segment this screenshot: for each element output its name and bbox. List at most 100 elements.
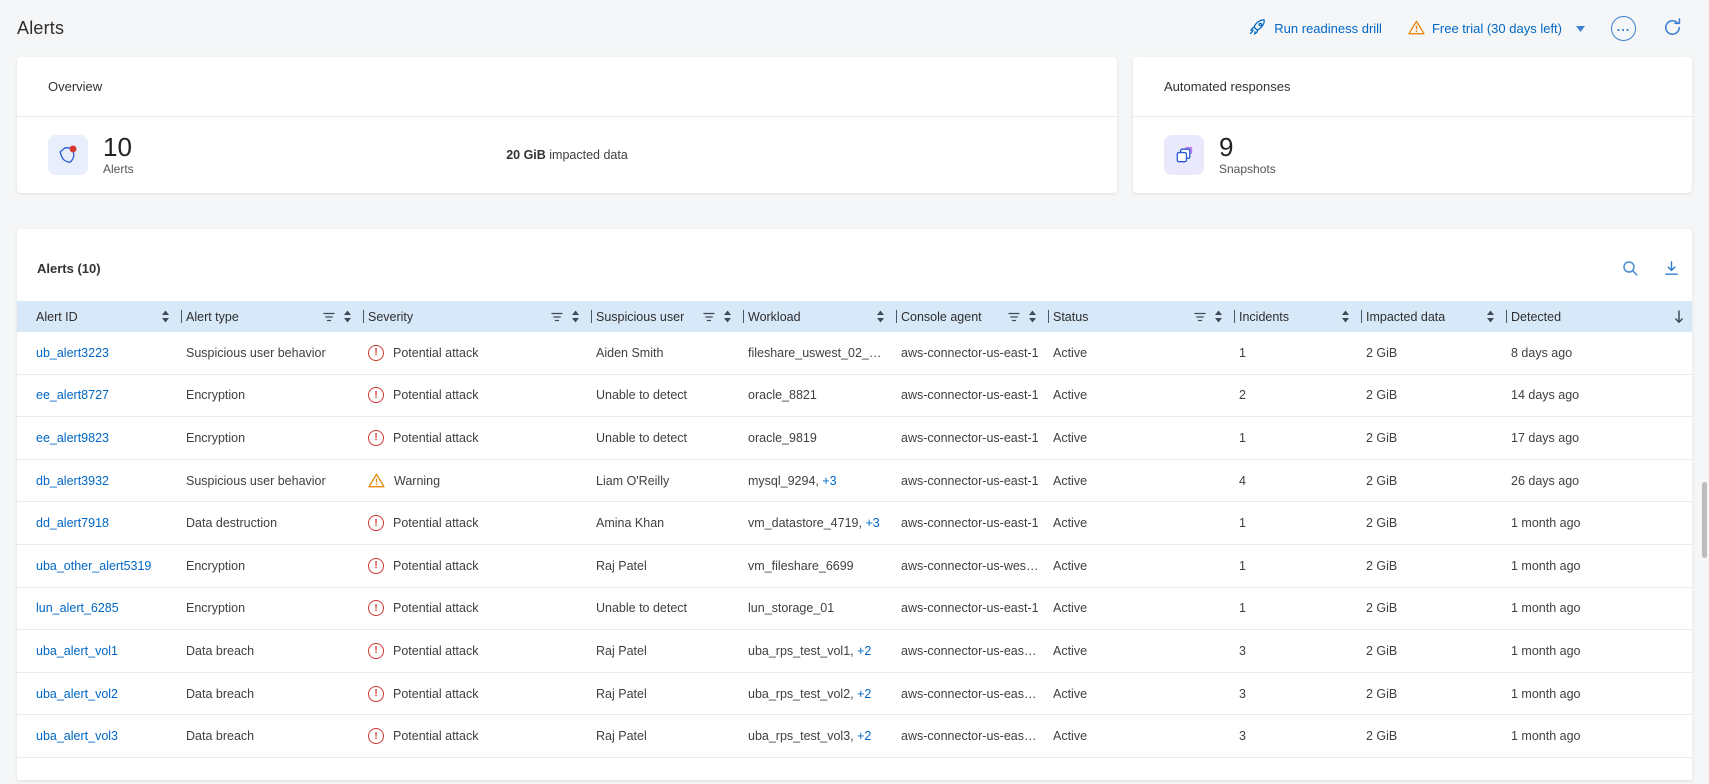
filter-icon[interactable]: [323, 312, 335, 322]
column-header-severity[interactable]: Severity: [368, 301, 596, 332]
column-label: Workload: [748, 310, 801, 324]
alert-id-link[interactable]: uba_other_alert5319: [36, 559, 151, 573]
column-header-impacted-data[interactable]: Impacted data: [1366, 301, 1511, 332]
refresh-button[interactable]: [1662, 17, 1683, 41]
alert-id-link[interactable]: uba_alert_vol3: [36, 729, 118, 743]
cell-impacted-data: 2 GiB: [1366, 388, 1511, 402]
more-options-button[interactable]: ...: [1611, 16, 1636, 41]
top-actions: Run readiness drill Free trial (30 days …: [1248, 16, 1683, 41]
cell-console-agent: aws-connector-us-west-1-...: [901, 559, 1053, 573]
alert-id-link[interactable]: db_alert3932: [36, 474, 109, 488]
column-header-alert-type[interactable]: Alert type: [186, 301, 368, 332]
sorted-descending-icon[interactable]: [1674, 310, 1684, 324]
workload-more-link[interactable]: +2: [857, 644, 871, 658]
table-row: uba_alert_vol2Data breach!Potential atta…: [17, 673, 1692, 716]
cell-impacted-data: 2 GiB: [1366, 687, 1511, 701]
cell-severity: !Potential attack: [368, 728, 596, 744]
workload-more-link[interactable]: +3: [865, 516, 879, 530]
column-header-detected[interactable]: Detected: [1511, 301, 1692, 332]
cell-suspicious-user: Liam O'Reilly: [596, 474, 748, 488]
filter-icon[interactable]: [703, 312, 715, 322]
column-header-incidents[interactable]: Incidents: [1239, 301, 1366, 332]
cell-impacted-data: 2 GiB: [1366, 346, 1511, 360]
search-icon[interactable]: [1621, 259, 1639, 277]
cell-impacted-data: 2 GiB: [1366, 729, 1511, 743]
cell-detected: 1 month ago: [1511, 644, 1692, 658]
severity-label: Warning: [394, 474, 440, 488]
cell-alert-id: uba_alert_vol3: [36, 729, 186, 743]
severity-label: Potential attack: [393, 388, 478, 402]
cell-detected: 26 days ago: [1511, 474, 1692, 488]
impacted-data-label: impacted data: [549, 148, 628, 162]
run-readiness-drill-button[interactable]: Run readiness drill: [1248, 18, 1382, 40]
cell-detected: 1 month ago: [1511, 559, 1692, 573]
cell-incidents: 3: [1239, 729, 1366, 743]
alert-id-link[interactable]: ub_alert3223: [36, 346, 109, 360]
page-scrollbar[interactable]: [1702, 482, 1707, 558]
table-row: ee_alert9823Encryption!Potential attackU…: [17, 417, 1692, 460]
workload-more-link[interactable]: +3: [822, 474, 836, 488]
alert-id-link[interactable]: uba_alert_vol2: [36, 687, 118, 701]
cell-suspicious-user: Raj Patel: [596, 687, 748, 701]
cell-alert-id: ee_alert9823: [36, 431, 186, 445]
cell-console-agent: aws-connector-us-east-1: [901, 346, 1053, 360]
cell-suspicious-user: Raj Patel: [596, 729, 748, 743]
sort-icon[interactable]: [876, 310, 885, 323]
cell-alert-type: Encryption: [186, 559, 368, 573]
column-header-suspicious-user[interactable]: Suspicious user: [596, 301, 748, 332]
cell-detected: 8 days ago: [1511, 346, 1692, 360]
column-divider: [1361, 310, 1362, 323]
cell-severity: !Potential attack: [368, 387, 596, 403]
filter-icon[interactable]: [1194, 312, 1206, 322]
impacted-data-value: 20 GiB: [506, 148, 546, 162]
workload-more-link[interactable]: +2: [857, 729, 871, 743]
cell-status: Active: [1053, 474, 1239, 488]
alert-id-link[interactable]: ee_alert9823: [36, 431, 109, 445]
column-header-console-agent[interactable]: Console agent: [901, 301, 1053, 332]
sort-icon[interactable]: [1486, 310, 1495, 323]
alert-id-link[interactable]: dd_alert7918: [36, 516, 109, 530]
potential-attack-icon: !: [368, 515, 384, 531]
cell-status: Active: [1053, 729, 1239, 743]
filter-icon[interactable]: [1008, 312, 1020, 322]
cell-console-agent: aws-connector-us-east-1: [901, 474, 1053, 488]
cell-suspicious-user: Unable to detect: [596, 388, 748, 402]
cell-alert-type: Encryption: [186, 601, 368, 615]
table-row: ub_alert3223Suspicious user behavior!Pot…: [17, 332, 1692, 375]
cell-status: Active: [1053, 346, 1239, 360]
cell-status: Active: [1053, 388, 1239, 402]
snapshots-count-label: Snapshots: [1219, 162, 1276, 176]
column-header-status[interactable]: Status: [1053, 301, 1239, 332]
cell-alert-id: uba_alert_vol2: [36, 687, 186, 701]
alert-id-link[interactable]: ee_alert8727: [36, 388, 109, 402]
cell-workload: uba_rps_test_vol3, +2: [748, 729, 901, 743]
ellipsis-circle-icon: ...: [1611, 16, 1636, 41]
filter-icon[interactable]: [551, 312, 563, 322]
sort-icon[interactable]: [1028, 310, 1037, 323]
sort-icon[interactable]: [161, 310, 170, 323]
cell-status: Active: [1053, 559, 1239, 573]
download-icon[interactable]: [1663, 260, 1680, 277]
column-divider: [1048, 310, 1049, 323]
column-header-alert-id[interactable]: Alert ID: [36, 301, 186, 332]
cell-status: Active: [1053, 644, 1239, 658]
sort-icon[interactable]: [343, 310, 352, 323]
cell-alert-type: Data breach: [186, 644, 368, 658]
potential-attack-icon: !: [368, 728, 384, 744]
severity-label: Potential attack: [393, 601, 478, 615]
snapshots-icon: [1164, 135, 1204, 175]
cell-incidents: 3: [1239, 644, 1366, 658]
sort-icon[interactable]: [723, 310, 732, 323]
column-header-workload[interactable]: Workload: [748, 301, 901, 332]
cell-alert-type: Suspicious user behavior: [186, 346, 368, 360]
column-divider: [181, 310, 182, 323]
free-trial-dropdown[interactable]: Free trial (30 days left): [1408, 20, 1585, 38]
alert-id-link[interactable]: lun_alert_6285: [36, 601, 119, 615]
alert-id-link[interactable]: uba_alert_vol1: [36, 644, 118, 658]
sort-icon[interactable]: [571, 310, 580, 323]
table-row: db_alert3932Suspicious user behaviorWarn…: [17, 460, 1692, 503]
sort-icon[interactable]: [1214, 310, 1223, 323]
cell-status: Active: [1053, 431, 1239, 445]
sort-icon[interactable]: [1341, 310, 1350, 323]
workload-more-link[interactable]: +2: [857, 687, 871, 701]
